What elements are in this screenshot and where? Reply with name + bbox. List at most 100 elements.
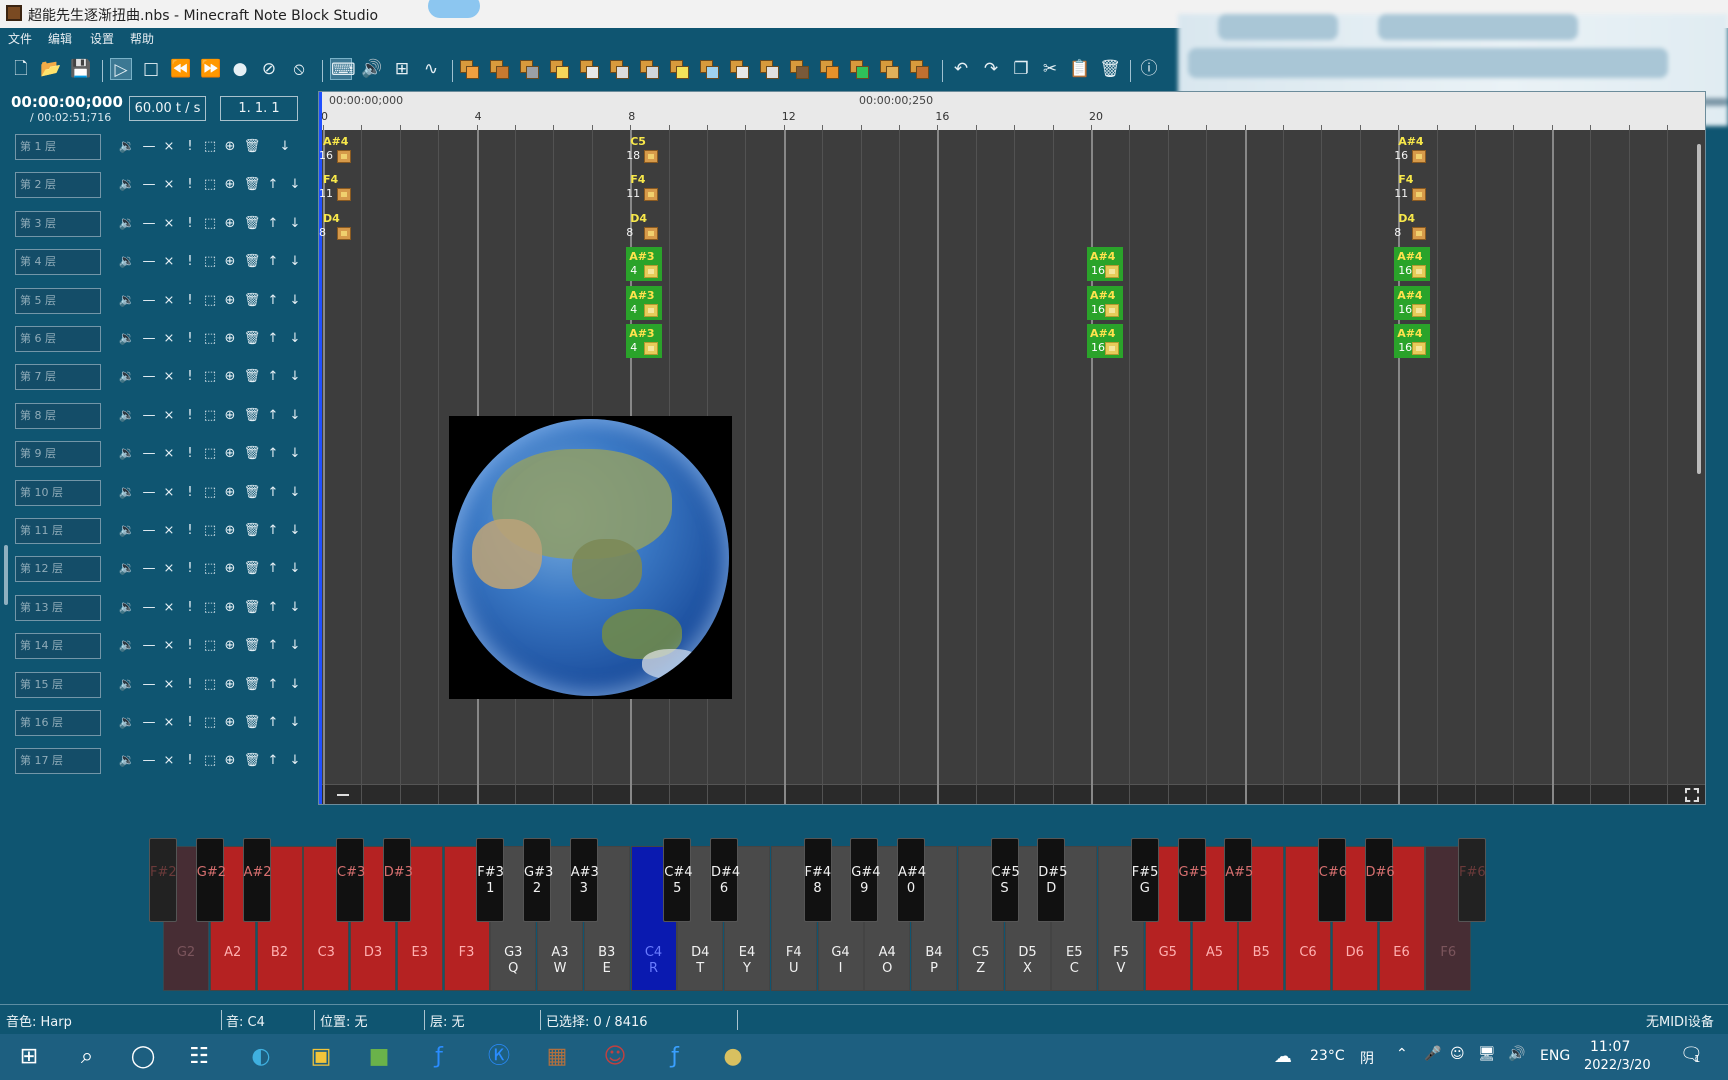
delete-layer-icon[interactable]: 🗑 (243, 253, 261, 271)
lock-icon[interactable]: ⨯ (160, 522, 178, 540)
instrument-xylophone-icon[interactable] (730, 60, 750, 80)
note-block[interactable]: A#4 16 (1394, 324, 1431, 358)
exclamation-icon[interactable]: ! (181, 445, 199, 463)
solo-dash-icon[interactable]: — (140, 752, 158, 770)
note-block[interactable]: A#4 16 (1087, 247, 1123, 282)
layer-name-field[interactable]: 第 1 层 (15, 134, 101, 160)
note-block[interactable]: A#3 4 (626, 285, 663, 320)
move-down-icon[interactable]: ↓ (286, 292, 304, 310)
piano-black-key[interactable]: D#3 (382, 838, 413, 922)
instrument-cowbell-icon[interactable] (790, 60, 810, 80)
layer-name-field[interactable]: 第 17 层 (15, 748, 101, 775)
speaker-icon[interactable]: 🔉 (118, 676, 136, 694)
exclamation-icon[interactable]: ! (181, 330, 199, 348)
waveform-icon[interactable]: ∿ (420, 58, 442, 80)
solo-dash-icon[interactable]: — (140, 484, 158, 502)
move-down-icon[interactable]: ↓ (286, 637, 304, 655)
move-down-icon[interactable]: ↓ (286, 176, 304, 194)
delete-layer-icon[interactable]: 🗑 (243, 138, 261, 156)
info-icon[interactable]: ⓘ (1138, 58, 1160, 80)
copy-icon[interactable]: ❐ (1010, 58, 1032, 80)
select-layer-icon[interactable]: ⬚ (201, 445, 219, 463)
menu-file[interactable]: 文件 (8, 30, 32, 47)
move-down-icon[interactable]: ↓ (286, 330, 304, 348)
exclamation-icon[interactable]: ! (181, 292, 199, 310)
lock-icon[interactable]: ⨯ (160, 637, 178, 655)
add-layer-icon[interactable]: ⊕ (221, 752, 239, 770)
move-up-icon[interactable]: ↑ (264, 407, 282, 425)
speaker-icon[interactable]: 🔊 (1508, 1046, 1525, 1062)
select-layer-icon[interactable]: ⬚ (201, 292, 219, 310)
windows-start-icon[interactable]: ⊞ (14, 1042, 44, 1072)
search-icon[interactable]: ⌕ (72, 1042, 102, 1072)
open-folder-icon[interactable]: 📂 (40, 58, 62, 80)
select-layer-icon[interactable]: ⬚ (201, 330, 219, 348)
exclamation-icon[interactable]: ! (181, 368, 199, 386)
cut-icon[interactable]: ✂ (1039, 58, 1061, 80)
piano-black-key[interactable]: A#2 (242, 838, 272, 922)
solo-dash-icon[interactable]: — (140, 215, 158, 233)
layer-name-field[interactable]: 第 3 层 (15, 210, 101, 237)
instrument-flute-icon[interactable] (640, 60, 660, 80)
move-up-icon[interactable]: ↑ (264, 215, 282, 233)
layer-name-field[interactable]: 第 4 层 (15, 249, 101, 276)
add-layer-icon[interactable]: ⊕ (221, 522, 239, 540)
instrument-harp-icon[interactable] (460, 60, 480, 80)
instrument-bell-icon[interactable] (670, 60, 690, 80)
lock-icon[interactable]: ⨯ (160, 714, 178, 732)
layer-name-field[interactable]: 第 8 层 (15, 402, 101, 429)
app-coin-icon[interactable]: ● (718, 1042, 748, 1072)
exclamation-icon[interactable]: ! (181, 138, 199, 156)
note-block[interactable]: A#4 16 (1087, 285, 1123, 320)
move-up-icon[interactable]: ↑ (264, 522, 282, 540)
delete-layer-icon[interactable]: 🗑 (243, 484, 261, 502)
lock-icon[interactable]: ⨯ (160, 445, 178, 463)
exclamation-icon[interactable]: ! (181, 560, 199, 578)
select-layer-icon[interactable]: ⬚ (201, 407, 219, 425)
solo-dash-icon[interactable]: — (140, 560, 158, 578)
minecraft-icon[interactable]: ■ (364, 1042, 394, 1072)
piano-black-key[interactable]: G#3 2 (523, 838, 553, 922)
lock-icon[interactable]: ⨯ (160, 253, 178, 271)
instrument-snare-icon[interactable] (550, 60, 570, 80)
fullscreen-icon[interactable] (1685, 788, 1699, 802)
position-field[interactable]: 1. 1. 1 (220, 96, 298, 121)
app-feather-icon[interactable]: ƒ (660, 1042, 690, 1072)
lock-icon[interactable]: ⨯ (160, 752, 178, 770)
solo-dash-icon[interactable]: — (140, 138, 158, 156)
exclamation-icon[interactable]: ! (181, 599, 199, 617)
select-layer-icon[interactable]: ⬚ (201, 253, 219, 271)
move-up-icon[interactable]: ↑ (264, 176, 282, 194)
file-explorer-icon[interactable]: ▣ (306, 1042, 336, 1072)
solo-dash-icon[interactable]: — (140, 637, 158, 655)
instrument-iron-icon[interactable] (760, 60, 780, 80)
lock-icon[interactable]: ⨯ (160, 676, 178, 694)
instrument-bass-icon[interactable] (490, 60, 510, 80)
piano-black-key[interactable]: D#6 (1364, 838, 1395, 922)
speaker-icon[interactable]: 🔉 (118, 484, 136, 502)
move-down-icon[interactable]: ↓ (286, 714, 304, 732)
select-layer-icon[interactable]: ⬚ (201, 714, 219, 732)
select-layer-icon[interactable]: ⬚ (201, 752, 219, 770)
delete-layer-icon[interactable]: 🗑 (243, 714, 261, 732)
add-layer-icon[interactable]: ⊕ (221, 445, 239, 463)
redo-icon[interactable]: ↷ (980, 58, 1002, 80)
select-layer-icon[interactable]: ⬚ (201, 522, 219, 540)
undo-icon[interactable]: ↶ (950, 58, 972, 80)
instrument-drum-icon[interactable] (520, 60, 540, 80)
note-block[interactable]: D4 8 (1394, 209, 1430, 243)
record-icon[interactable]: ● (229, 58, 251, 80)
layer-name-field[interactable]: 第 5 层 (15, 287, 101, 314)
move-up-icon[interactable]: ↑ (264, 484, 282, 502)
select-layer-icon[interactable]: ⬚ (201, 215, 219, 233)
piano-black-key[interactable]: A#5 (1224, 838, 1253, 922)
layer-name-field[interactable]: 第 13 层 (15, 594, 101, 621)
exclamation-icon[interactable]: ! (181, 522, 199, 540)
new-file-icon[interactable]: 🗋 (10, 58, 32, 80)
delete-layer-icon[interactable]: 🗑 (243, 560, 261, 578)
language-indicator[interactable]: ENG (1540, 1048, 1570, 1064)
delete-layer-icon[interactable]: 🗑 (243, 676, 261, 694)
exclamation-icon[interactable]: ! (181, 407, 199, 425)
speaker-icon[interactable]: 🔉 (118, 599, 136, 617)
piano-black-key[interactable]: A#3 3 (569, 838, 599, 922)
